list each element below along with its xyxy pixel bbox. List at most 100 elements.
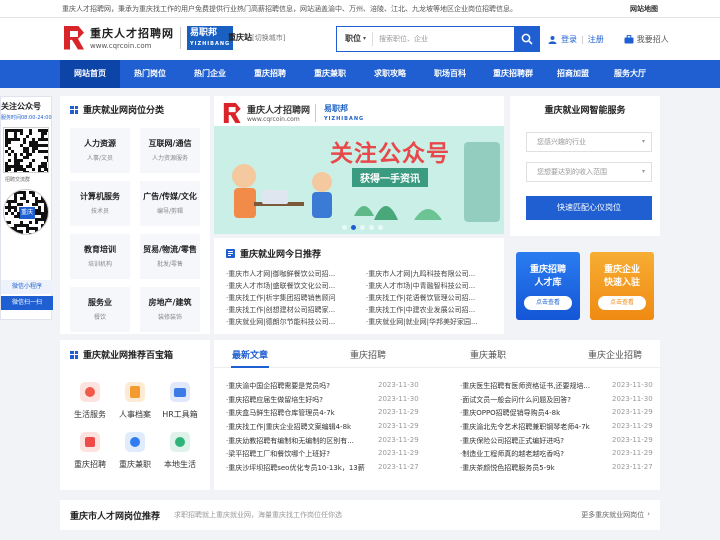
match-jobs-button[interactable]: 快速匹配心仪岗位 xyxy=(526,196,652,220)
news-date: 2023-11-29 xyxy=(378,436,419,444)
nav-cq-jobs[interactable]: 重庆招聘 xyxy=(240,60,300,88)
job-recommend-header: 重庆市人才网岗位推荐 求职招聘就上重庆就业网，海量重庆找工作岗位任你选 更多重庆… xyxy=(60,500,660,530)
today-item[interactable]: ·重庆找工作|创想建材公司招聘家... xyxy=(226,305,360,315)
news-date: 2023-11-29 xyxy=(378,422,419,430)
category-education[interactable]: 教育培训 培训机构 xyxy=(70,234,130,279)
local-life-icon xyxy=(170,432,190,452)
main-nav: 网站首页 热门岗位 热门企业 重庆招聘 重庆兼职 求职攻略 职场百科 重庆招聘群… xyxy=(0,60,720,88)
grid-icon xyxy=(70,105,78,114)
today-item[interactable]: ·重庆市人才网|九鸣科技有限公司... xyxy=(366,269,500,279)
today-panel: 重庆就业网今日推荐 ·重庆市人才网|御咖鲜餐饮公司招... ·重庆人才市场|盛联… xyxy=(214,238,504,334)
news-item[interactable]: ·重庆幼教招聘有编制和无编制的区别有... xyxy=(226,436,370,446)
news-date: 2023-11-29 xyxy=(378,408,419,416)
search-category-select[interactable]: 职位 ▾ xyxy=(337,32,374,46)
news-item[interactable]: ·重庆渝北先令艺术招聘兼职钢琴老师4-7k xyxy=(460,422,606,432)
tool-hr-toolbox[interactable]: HR工具箱 xyxy=(160,382,200,420)
tab-cq-parttime[interactable]: 重庆兼职 xyxy=(470,348,506,361)
tool-local-life[interactable]: 本地生活 xyxy=(160,432,200,470)
news-item[interactable]: ·制造业工程师真的越老越吃香吗? xyxy=(460,449,564,459)
qr-sidebar: 关注公众号 服务时间08:00-24:00 招聘交流群 重庆 微信小程序 微信扫… xyxy=(0,96,53,320)
news-item[interactable]: ·重庆保险公司招聘正式编好进吗? xyxy=(460,436,564,446)
company-join-card[interactable]: 重庆企业 快速入驻 点击查看 xyxy=(590,252,654,320)
news-item[interactable]: ·重庆OPPO招聘促销导购员4-8k xyxy=(460,408,560,418)
today-item[interactable]: ·重庆找工作|析宇集团招聘销售顾问 xyxy=(226,293,360,303)
news-date: 2023-11-30 xyxy=(612,395,653,403)
nav-job-group[interactable]: 重庆招聘群 xyxy=(480,60,546,88)
sitemap-link[interactable]: 网站地图 xyxy=(630,4,658,14)
nav-wiki[interactable]: 职场百科 xyxy=(420,60,480,88)
tool-cq-parttime[interactable]: 重庆兼职 xyxy=(115,432,155,470)
tool-cq-jobs[interactable]: 重庆招聘 xyxy=(70,432,110,470)
tool-personnel-files[interactable]: 人事档案 xyxy=(115,382,155,420)
recommend-desc: 求职招聘就上重庆就业网，海量重庆找工作岗位任你选 xyxy=(174,511,342,519)
today-item[interactable]: ·重庆市人才网|御咖鲜餐饮公司招... xyxy=(226,269,360,279)
carousel-dots[interactable] xyxy=(342,225,383,230)
category-media[interactable]: 广告/传媒/文化 编导/剪辑 xyxy=(140,181,200,226)
news-item[interactable]: ·梁平招聘工厂和餐饮哪个上班好? xyxy=(226,449,330,459)
city-name: 重庆站 xyxy=(228,33,252,42)
news-item[interactable]: ·重庆找工作|重庆企业招聘文案编辑4-8k xyxy=(226,422,351,432)
today-item[interactable]: ·重庆就业网|德朗尔节能科技公司... xyxy=(226,317,360,327)
category-hr[interactable]: 人力资源 人事/文员 xyxy=(70,128,130,173)
today-item[interactable]: ·重庆找工作|中建农业发展公司招... xyxy=(366,305,500,315)
side-group-label: 招聘交流群 xyxy=(5,177,31,183)
wechat-qr-code xyxy=(3,127,49,173)
site-logo[interactable]: 重庆人才招聘网 www.cqrcoin.com 易职邦 YIZHIBANG xyxy=(64,25,234,50)
nav-home[interactable]: 网站首页 xyxy=(60,60,120,88)
salary-select[interactable]: 您想要达到的收入范围 ▾ xyxy=(526,162,652,182)
tab-cq-company-jobs[interactable]: 重庆企业招聘 xyxy=(588,348,642,361)
nav-hot-jobs[interactable]: 热门岗位 xyxy=(120,60,180,88)
news-item[interactable]: ·重庆招聘应届生做留培生好吗? xyxy=(226,395,323,405)
today-item[interactable]: ·重庆找工作|花语餐饮管理公司招... xyxy=(366,293,500,303)
logo-url: www.cqrcoin.com xyxy=(90,42,152,50)
industry-select[interactable]: 您感兴趣的行业 ▾ xyxy=(526,132,652,152)
tool-life-service[interactable]: 生活服务 xyxy=(70,382,110,420)
talent-pool-button[interactable]: 点击查看 xyxy=(524,296,572,310)
news-item[interactable]: ·重庆沙坪坝招聘seo优化专员10-13k，13薪 xyxy=(226,463,370,473)
news-item[interactable]: ·重庆医生招聘有医师资格证书,还要规培... xyxy=(460,381,606,391)
news-item[interactable]: ·重庆茶颜悦色招聘服务员5-9k xyxy=(460,463,555,473)
news-item[interactable]: ·面试文员一般会问什么问题及回答? xyxy=(460,395,571,405)
city-switcher[interactable]: 重庆站[切换城市] xyxy=(228,32,285,43)
news-item[interactable]: ·重庆渝中国企招聘需要是党员吗? xyxy=(226,381,330,391)
nav-hot-companies[interactable]: 热门企业 xyxy=(180,60,240,88)
category-internet[interactable]: 互联网/通信 人力资源服务 xyxy=(140,128,200,173)
tab-latest[interactable]: 最新文章 xyxy=(232,348,268,361)
today-item[interactable]: ·重庆人才市场|中青融智科技公司... xyxy=(366,281,500,291)
side-hours: 服务时间08:00-24:00 xyxy=(1,115,52,121)
hire-link[interactable]: 我要招人 xyxy=(624,34,669,45)
login-link[interactable]: 登录 xyxy=(561,34,577,45)
register-link[interactable]: 注册 xyxy=(588,34,604,45)
news-date: 2023-11-27 xyxy=(612,463,653,471)
stamp-badge: 重庆 xyxy=(19,207,35,219)
cq-parttime-icon xyxy=(125,432,145,452)
news-item[interactable]: ·重庆盒马鲜生招聘仓库管理员4-7k xyxy=(226,408,335,418)
city-switch-link[interactable]: [切换城市] xyxy=(252,34,285,42)
today-item[interactable]: ·重庆人才市场|盛联餐饮文化公司... xyxy=(226,281,360,291)
grid-icon xyxy=(70,350,78,359)
nav-job-tips[interactable]: 求职攻略 xyxy=(360,60,420,88)
briefcase-icon xyxy=(624,35,634,44)
tab-cq-jobs[interactable]: 重庆招聘 xyxy=(350,348,386,361)
nav-service-hall[interactable]: 服务大厅 xyxy=(600,60,660,88)
talent-pool-card[interactable]: 重庆招聘 人才库 点击查看 xyxy=(516,252,580,320)
search-input[interactable]: 搜索职位、企业 xyxy=(373,34,514,44)
side-mini-button[interactable]: 微信扫一扫 xyxy=(1,296,53,310)
logo-r-icon xyxy=(64,25,86,50)
category-computer[interactable]: 计算机服务 技术员 xyxy=(70,181,130,226)
personnel-files-icon xyxy=(125,382,145,402)
news-date: 2023-11-29 xyxy=(612,436,653,444)
category-service[interactable]: 服务业 餐饮 xyxy=(70,287,130,332)
toolbox-title: 重庆就业网推荐百宝箱 xyxy=(70,348,173,361)
category-trade[interactable]: 贸易/物流/零售 批发/零售 xyxy=(140,234,200,279)
nav-cq-parttime[interactable]: 重庆兼职 xyxy=(300,60,360,88)
side-title: 关注公众号 xyxy=(1,102,41,111)
nav-franchise[interactable]: 招商加盟 xyxy=(546,60,600,88)
category-realestate[interactable]: 房地产/建筑 装修装饰 xyxy=(140,287,200,332)
hero-banner[interactable]: 重庆人才招聘网 www.cqrcoin.com 易职邦 YIZHIBANG 关注公… xyxy=(214,96,504,234)
search-button[interactable] xyxy=(514,26,540,52)
more-jobs-link[interactable]: 更多重庆就业网岗位 › xyxy=(581,510,650,520)
company-join-button[interactable]: 点击查看 xyxy=(598,296,646,310)
today-item[interactable]: ·重庆就业网|就业网|华邦美好家园... xyxy=(366,317,500,327)
hr-toolbox-icon xyxy=(170,382,190,402)
